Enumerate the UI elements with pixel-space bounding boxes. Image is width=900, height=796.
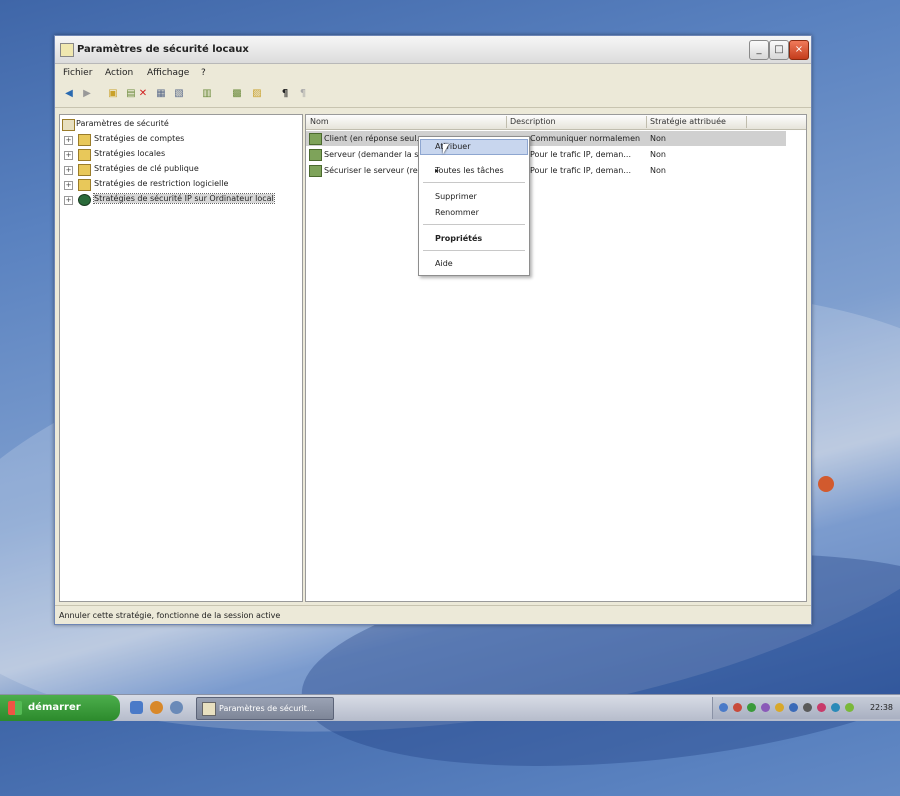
window-title: Paramètres de sécurité locaux bbox=[77, 44, 249, 55]
desktop-icon-partial[interactable] bbox=[818, 476, 834, 492]
menu-item-assign[interactable]: Attribuer bbox=[420, 139, 528, 155]
mouse-cursor-icon bbox=[443, 144, 449, 154]
system-tray: 22:38 bbox=[712, 697, 900, 719]
minimize-button[interactable]: _ bbox=[749, 40, 769, 60]
windows-logo-icon bbox=[8, 701, 22, 715]
app-icon bbox=[60, 43, 74, 57]
properties-icon[interactable]: ▦ bbox=[155, 88, 167, 100]
delete-icon[interactable]: ✕ bbox=[137, 88, 149, 100]
context-menu: Attribuer Toutes les tâches ▸ Supprimer R… bbox=[418, 136, 530, 276]
maximize-button[interactable]: □ bbox=[769, 40, 789, 60]
browser-icon[interactable] bbox=[150, 701, 163, 714]
clock[interactable]: 22:38 bbox=[870, 703, 893, 712]
new-policy-icon[interactable]: ▩ bbox=[231, 88, 243, 100]
policy-icon bbox=[309, 165, 322, 177]
menu-help[interactable]: ? bbox=[201, 68, 206, 78]
export-list-icon[interactable]: ▥ bbox=[201, 88, 213, 100]
column-assigned[interactable]: Stratégie attribuée bbox=[650, 117, 726, 126]
folder-icon bbox=[78, 164, 91, 176]
forward-icon[interactable]: ▶ bbox=[81, 88, 93, 100]
status-text: Annuler cette stratégie, fonctionne de l… bbox=[59, 611, 281, 620]
column-name[interactable]: Nom bbox=[310, 117, 329, 126]
close-button[interactable]: × bbox=[789, 40, 809, 60]
folder-icon bbox=[78, 179, 91, 191]
tray-app-icon[interactable] bbox=[845, 703, 854, 712]
menu-item-rename[interactable]: Renommer bbox=[421, 206, 527, 220]
tree-pane: Paramètres de sécurité + Stratégies de c… bbox=[59, 114, 303, 602]
expand-icon[interactable]: + bbox=[64, 196, 73, 205]
security-icon[interactable] bbox=[733, 703, 742, 712]
list-row[interactable]: Serveur (demander la s... Pour le trafic… bbox=[306, 147, 786, 162]
list-header: Nom Description Stratégie attribuée bbox=[306, 115, 806, 130]
column-description[interactable]: Description bbox=[510, 117, 556, 126]
assign-icon[interactable]: ¶ bbox=[279, 88, 291, 100]
title-bar[interactable]: Paramètres de sécurité locaux _ □ × bbox=[55, 36, 811, 64]
toolbar: ◀ ▶ ▣ ▤ ✕ ▦ ▧ ▥ ▩ ▨ ¶ ¶ bbox=[55, 83, 811, 108]
tray-app-icon[interactable] bbox=[761, 703, 770, 712]
tray-app-icon[interactable] bbox=[789, 703, 798, 712]
column-divider[interactable] bbox=[746, 116, 747, 128]
tray-app-icon[interactable] bbox=[775, 703, 784, 712]
menu-action[interactable]: Action bbox=[105, 68, 133, 78]
ip-security-icon bbox=[78, 194, 91, 206]
folder-icon bbox=[78, 134, 91, 146]
expand-icon[interactable]: + bbox=[64, 151, 73, 160]
update-icon[interactable] bbox=[747, 703, 756, 712]
menu-item-properties[interactable]: Propriétés bbox=[421, 232, 527, 246]
show-desktop-icon[interactable] bbox=[130, 701, 143, 714]
submenu-arrow-icon: ▸ bbox=[435, 166, 440, 175]
unassign-icon[interactable]: ¶ bbox=[297, 88, 309, 100]
show-hide-tree-icon[interactable]: ▤ bbox=[125, 88, 137, 100]
app-icon bbox=[202, 702, 216, 716]
status-bar: Annuler cette stratégie, fonctionne de l… bbox=[55, 605, 811, 624]
media-icon[interactable] bbox=[170, 701, 183, 714]
column-divider[interactable] bbox=[506, 116, 507, 128]
taskbar: démarrer Paramètres de sécurit... 22:38 bbox=[0, 694, 900, 721]
policy-icon bbox=[309, 133, 322, 145]
policy-list: Nom Description Stratégie attribuée Clie… bbox=[305, 114, 807, 602]
expand-icon[interactable]: + bbox=[64, 181, 73, 190]
back-icon[interactable]: ◀ bbox=[63, 88, 75, 100]
menu-file[interactable]: Fichier bbox=[63, 68, 92, 78]
menu-item-delete[interactable]: Supprimer bbox=[421, 190, 527, 204]
menu-separator bbox=[423, 182, 525, 183]
tray-app-icon[interactable] bbox=[817, 703, 826, 712]
up-folder-icon[interactable]: ▣ bbox=[107, 88, 119, 100]
menu-item-all-tasks[interactable]: Toutes les tâches ▸ bbox=[421, 164, 527, 178]
volume-icon[interactable] bbox=[803, 703, 812, 712]
menu-item-help[interactable]: Aide bbox=[421, 257, 527, 271]
column-divider[interactable] bbox=[646, 116, 647, 128]
list-row[interactable]: Sécuriser le serveur (re... Pour le traf… bbox=[306, 163, 786, 178]
security-settings-icon bbox=[62, 119, 75, 131]
taskbar-window-button[interactable]: Paramètres de sécurit... bbox=[196, 697, 334, 720]
start-button[interactable]: démarrer bbox=[0, 695, 120, 721]
menu-view[interactable]: Affichage bbox=[147, 68, 189, 78]
menu-separator bbox=[423, 250, 525, 251]
folder-icon bbox=[78, 149, 91, 161]
policy-icon bbox=[309, 149, 322, 161]
expand-icon[interactable]: + bbox=[64, 136, 73, 145]
tray-app-icon[interactable] bbox=[831, 703, 840, 712]
network-icon[interactable] bbox=[719, 703, 728, 712]
list-row[interactable]: Client (en réponse seul... Communiquer n… bbox=[306, 131, 786, 146]
security-settings-window: Paramètres de sécurité locaux _ □ × Fich… bbox=[54, 35, 812, 625]
expand-icon[interactable]: + bbox=[64, 166, 73, 175]
manage-filters-icon[interactable]: ▨ bbox=[251, 88, 263, 100]
menu-separator bbox=[423, 224, 525, 225]
refresh-icon[interactable]: ▧ bbox=[173, 88, 185, 100]
menu-bar: Fichier Action Affichage ? bbox=[55, 64, 811, 82]
